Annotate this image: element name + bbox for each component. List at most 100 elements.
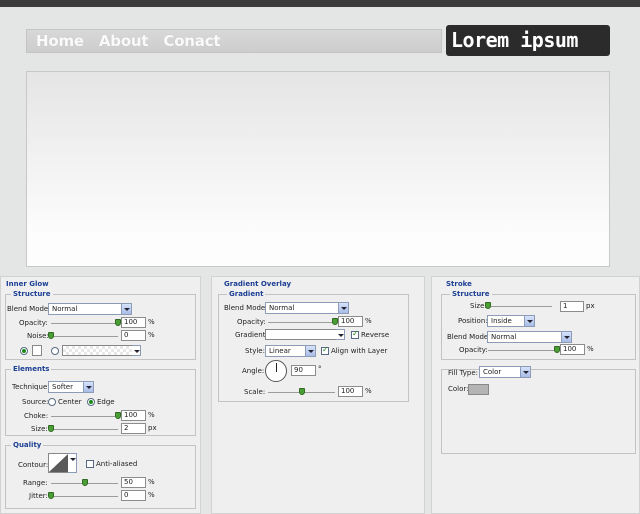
- go-reverse-label: Reverse: [361, 331, 390, 339]
- ig-gradient-radio[interactable]: [51, 347, 59, 355]
- ig-size-unit: px: [148, 424, 157, 432]
- st-fill-type-select[interactable]: Color: [479, 366, 531, 378]
- go-style-value: Linear: [269, 347, 291, 355]
- ig-opacity-input[interactable]: 100: [121, 317, 146, 328]
- chevron-down-icon: [520, 367, 530, 377]
- ig-gradient-dropdown[interactable]: [132, 345, 141, 356]
- ig-contour-dropdown[interactable]: [68, 453, 77, 473]
- ig-blend-mode-select[interactable]: Normal: [48, 303, 132, 315]
- ig-size-slider-thumb[interactable]: [48, 425, 54, 432]
- ig-gradient-picker[interactable]: [62, 345, 141, 356]
- st-opacity-label: Opacity:: [459, 346, 488, 354]
- go-scale-input[interactable]: 100: [338, 386, 363, 397]
- stroke-title: Stroke: [446, 280, 472, 288]
- ig-choke-unit: %: [148, 411, 155, 419]
- chevron-down-icon: [561, 332, 571, 342]
- go-opacity-unit: %: [365, 317, 372, 325]
- ig-jitter-slider-thumb[interactable]: [48, 492, 54, 499]
- go-gradient-legend: Gradient: [227, 290, 266, 298]
- ig-blend-mode-value: Normal: [52, 305, 78, 313]
- go-gradient-dropdown[interactable]: [336, 329, 345, 340]
- nav-contact[interactable]: Conact: [163, 32, 220, 50]
- ig-glow-color-swatch[interactable]: [32, 345, 42, 356]
- ig-source-center-radio[interactable]: [48, 398, 56, 406]
- ig-jitter-track: [51, 496, 118, 497]
- gradient-overlay-panel: Gradient Overlay Gradient Blend Mode: No…: [211, 276, 425, 514]
- st-color-swatch[interactable]: [468, 384, 489, 395]
- ig-contour-picker[interactable]: [48, 453, 69, 473]
- ig-solid-color-radio[interactable]: [20, 347, 28, 355]
- ig-blend-mode-label: Blend Mode:: [7, 305, 51, 313]
- ig-size-label: Size:: [31, 425, 48, 433]
- st-opacity-unit: %: [587, 345, 594, 353]
- ig-quality-legend: Quality: [11, 441, 44, 449]
- ig-choke-input[interactable]: 100: [121, 410, 146, 421]
- ig-anti-aliased-checkbox[interactable]: [86, 460, 94, 468]
- ig-source-edge-label: Edge: [97, 398, 115, 406]
- ig-noise-input[interactable]: 0: [121, 330, 146, 341]
- st-position-label: Position:: [458, 317, 488, 325]
- go-scale-slider-thumb[interactable]: [298, 388, 305, 395]
- st-fill-type-label: Fill Type:: [448, 369, 479, 377]
- chevron-down-icon: [336, 330, 344, 339]
- ig-technique-select[interactable]: Softer: [48, 381, 94, 393]
- go-opacity-input[interactable]: 100: [338, 316, 363, 327]
- st-size-slider-thumb[interactable]: [485, 302, 491, 309]
- ig-jitter-unit: %: [148, 491, 155, 499]
- ig-noise-track: [51, 336, 118, 337]
- ig-range-input[interactable]: 50: [121, 477, 146, 488]
- go-gradient-picker[interactable]: [265, 329, 345, 340]
- ig-size-input[interactable]: 2: [121, 423, 146, 434]
- nav-home[interactable]: Home: [36, 32, 84, 50]
- logo: Lorem ipsum: [446, 25, 610, 56]
- ig-choke-label: Choke:: [24, 412, 49, 420]
- st-fill-type-value: Color: [483, 368, 502, 376]
- ig-contour-label: Contour:: [18, 461, 49, 469]
- ig-opacity-label: Opacity:: [19, 319, 48, 327]
- nav-about[interactable]: About: [99, 32, 149, 50]
- st-size-track: [488, 306, 552, 307]
- chevron-down-icon: [121, 304, 131, 314]
- go-blend-mode-select[interactable]: Normal: [265, 302, 349, 314]
- ig-jitter-label: Jitter:: [29, 492, 48, 500]
- chevron-down-icon: [524, 316, 534, 326]
- ig-noise-unit: %: [148, 331, 155, 339]
- ig-structure-legend: Structure: [11, 290, 53, 298]
- ig-opacity-unit: %: [148, 318, 155, 326]
- go-scale-label: Scale:: [244, 388, 266, 396]
- go-blend-mode-value: Normal: [269, 304, 295, 312]
- chevron-down-icon: [68, 454, 76, 472]
- inner-glow-panel: Inner Glow Structure Blend Mode: Normal …: [0, 276, 201, 514]
- go-gradient-label: Gradient:: [235, 331, 268, 339]
- go-blend-mode-label: Blend Mode:: [224, 304, 268, 312]
- ig-range-slider-thumb[interactable]: [81, 479, 88, 486]
- chevron-down-icon: [338, 303, 348, 313]
- go-style-select[interactable]: Linear: [265, 345, 316, 357]
- ig-jitter-input[interactable]: 0: [121, 490, 146, 501]
- go-reverse-checkbox[interactable]: [351, 329, 359, 339]
- ig-range-unit: %: [148, 478, 155, 486]
- contour-curve-icon: [49, 454, 68, 472]
- go-align-layer-label: Align with Layer: [331, 347, 388, 355]
- chevron-down-icon: [83, 382, 93, 392]
- ig-noise-label: Noise:: [27, 332, 49, 340]
- go-angle-input[interactable]: 90: [291, 365, 316, 376]
- go-angle-dial[interactable]: [265, 360, 287, 382]
- ig-technique-value: Softer: [52, 383, 73, 391]
- st-opacity-input[interactable]: 100: [560, 344, 585, 355]
- nav-bar: Home About Conact: [26, 29, 442, 53]
- go-align-layer-checkbox[interactable]: [321, 345, 329, 355]
- st-blend-mode-select[interactable]: Normal: [487, 331, 572, 343]
- ig-source-center-label: Center: [58, 398, 82, 406]
- st-size-unit: px: [586, 302, 595, 310]
- st-size-input[interactable]: 1: [560, 301, 584, 312]
- ig-source-edge-radio[interactable]: [87, 398, 95, 406]
- ig-noise-slider-thumb[interactable]: [48, 332, 54, 339]
- st-position-select[interactable]: Inside: [487, 315, 535, 327]
- st-opacity-track: [488, 350, 557, 351]
- top-bar: [0, 0, 640, 7]
- go-style-label: Style:: [245, 347, 265, 355]
- go-angle-label: Angle:: [242, 367, 265, 375]
- gradient-overlay-title: Gradient Overlay: [224, 280, 292, 288]
- ig-opacity-track: [51, 323, 118, 324]
